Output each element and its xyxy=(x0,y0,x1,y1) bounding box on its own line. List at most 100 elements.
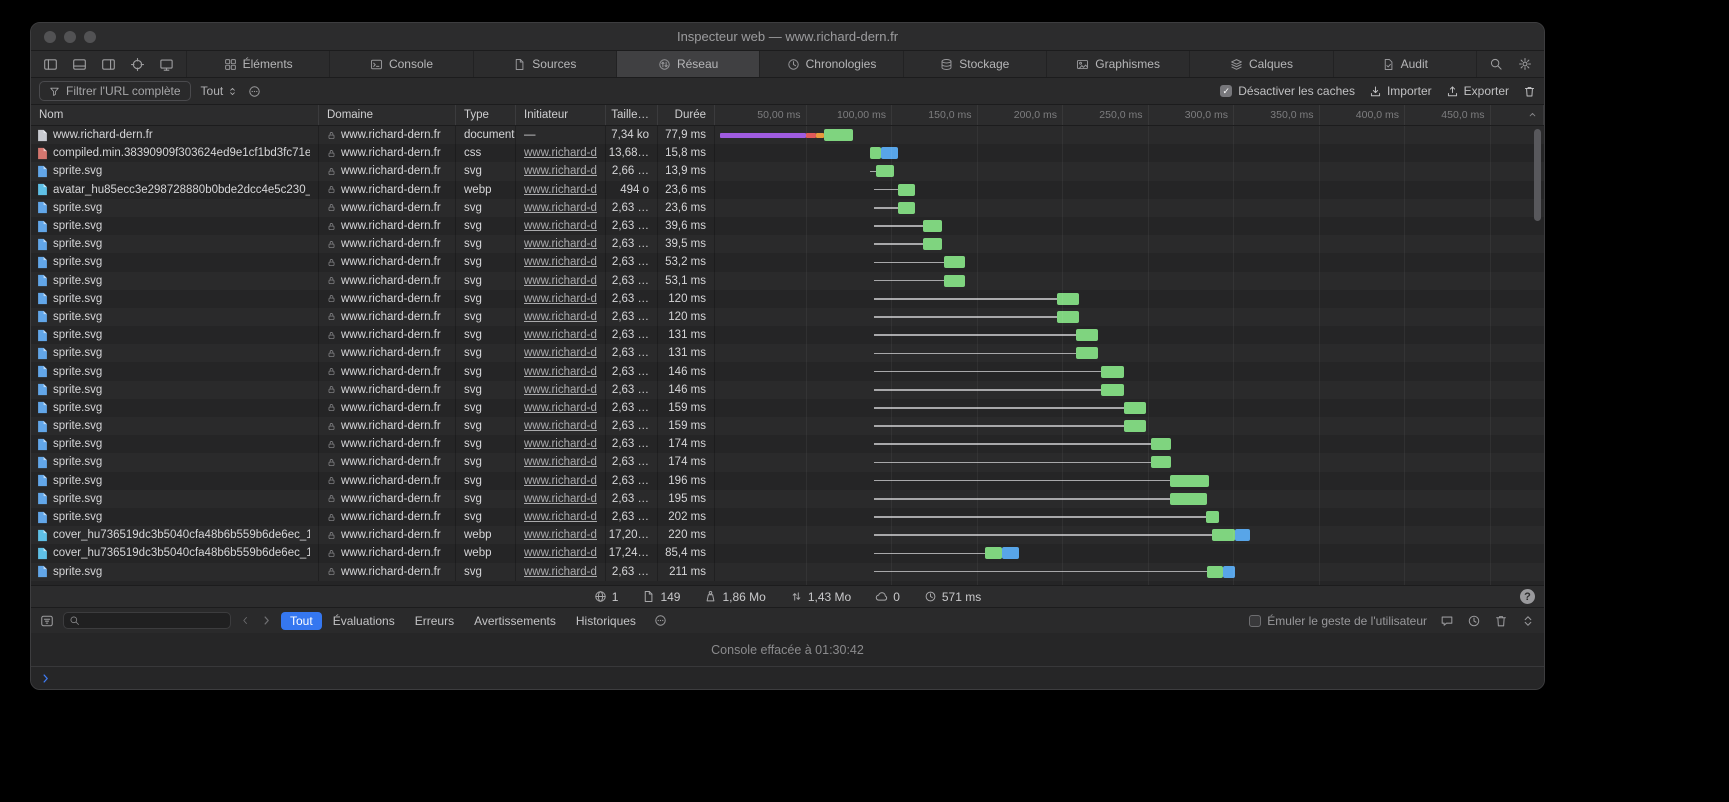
initiator-link[interactable]: www.richard-d… xyxy=(524,366,597,378)
table-row[interactable]: sprite.svgwww.richard-dern.frsvgwww.rich… xyxy=(31,399,1544,417)
table-row[interactable]: sprite.svgwww.richard-dern.frsvgwww.rich… xyxy=(31,272,1544,290)
console-filter-options-icon[interactable] xyxy=(654,614,667,627)
console-tab-tout[interactable]: Tout xyxy=(281,612,322,630)
console-tab-avertissements[interactable]: Avertissements xyxy=(465,612,565,630)
console-search-input[interactable] xyxy=(63,612,231,629)
initiator-link[interactable]: www.richard-d… xyxy=(524,275,597,287)
gear-icon[interactable] xyxy=(1518,57,1532,71)
column-header-type[interactable]: Type xyxy=(456,105,516,125)
table-row[interactable]: sprite.svgwww.richard-dern.frsvgwww.rich… xyxy=(31,563,1544,581)
initiator-link[interactable]: www.richard-d… xyxy=(524,475,597,487)
table-row[interactable]: sprite.svgwww.richard-dern.frsvgwww.rich… xyxy=(31,508,1544,526)
initiator-link[interactable]: www.richard-d… xyxy=(524,238,597,250)
table-row[interactable]: avatar_hu85ecc3e298728880b0bde2dcc4e5c23… xyxy=(31,181,1544,199)
console-scope-icon[interactable] xyxy=(40,614,54,628)
previous-result-icon[interactable] xyxy=(240,615,251,626)
tab-calques[interactable]: Calques xyxy=(1189,51,1332,77)
initiator-link[interactable]: www.richard-d… xyxy=(524,293,597,305)
table-row[interactable]: cover_hu736519dc3b5040cfa48b6b559b6de6ec… xyxy=(31,526,1544,544)
expand-console-icon[interactable] xyxy=(1521,614,1535,628)
column-header-name[interactable]: Nom xyxy=(31,105,319,125)
initiator-link[interactable]: www.richard-d… xyxy=(524,456,597,468)
help-button[interactable]: ? xyxy=(1520,589,1535,604)
panel-right-icon[interactable] xyxy=(101,57,116,72)
table-row[interactable]: sprite.svgwww.richard-dern.frsvgwww.rich… xyxy=(31,162,1544,180)
initiator-link[interactable]: www.richard-d… xyxy=(524,438,597,450)
initiator-link[interactable]: www.richard-d… xyxy=(524,493,597,505)
collapse-waterfall-icon[interactable] xyxy=(1527,109,1538,120)
emulate-gesture-checkbox[interactable] xyxy=(1249,615,1261,627)
initiator-link[interactable]: www.richard-d… xyxy=(524,547,597,559)
clear-network-items-icon[interactable] xyxy=(1523,85,1536,98)
table-row[interactable]: sprite.svgwww.richard-dern.frsvgwww.rich… xyxy=(31,435,1544,453)
initiator-link[interactable]: www.richard-d… xyxy=(524,402,597,414)
table-row[interactable]: sprite.svgwww.richard-dern.frsvgwww.rich… xyxy=(31,253,1544,271)
tab-sources[interactable]: Sources xyxy=(473,51,616,77)
table-row[interactable]: sprite.svgwww.richard-dern.frsvgwww.rich… xyxy=(31,308,1544,326)
column-header-initiator[interactable]: Initiateur xyxy=(516,105,606,125)
initiator-link[interactable]: www.richard-d… xyxy=(524,529,597,541)
initiator-link[interactable]: www.richard-d… xyxy=(524,311,597,323)
column-header-duration[interactable]: Durée xyxy=(658,105,715,125)
tab-elements[interactable]: Éléments xyxy=(186,51,329,77)
initiator-link[interactable]: www.richard-d… xyxy=(524,165,597,177)
table-row[interactable]: sprite.svgwww.richard-dern.frsvgwww.rich… xyxy=(31,381,1544,399)
panel-left-icon[interactable] xyxy=(43,57,58,72)
initiator-link[interactable]: www.richard-d… xyxy=(524,256,597,268)
table-row[interactable]: sprite.svgwww.richard-dern.frsvgwww.rich… xyxy=(31,344,1544,362)
tab-audit[interactable]: Audit xyxy=(1333,51,1476,77)
resource-type-select[interactable]: Tout xyxy=(201,84,239,98)
url-filter-field[interactable]: Filtrer l'URL complète xyxy=(39,81,191,101)
filter-options-icon[interactable] xyxy=(248,85,261,98)
table-row[interactable]: sprite.svgwww.richard-dern.frsvgwww.rich… xyxy=(31,417,1544,435)
table-row[interactable]: sprite.svgwww.richard-dern.frsvgwww.rich… xyxy=(31,199,1544,217)
export-button[interactable]: Exporter xyxy=(1446,84,1509,98)
column-header-domain[interactable]: Domaine xyxy=(319,105,456,125)
initiator-link[interactable]: www.richard-d… xyxy=(524,566,597,578)
initiator-link[interactable]: www.richard-d… xyxy=(524,202,597,214)
initiator-link[interactable]: www.richard-d… xyxy=(524,347,597,359)
target-icon[interactable] xyxy=(130,57,145,72)
table-row[interactable]: sprite.svgwww.richard-dern.frsvgwww.rich… xyxy=(31,235,1544,253)
device-icon[interactable] xyxy=(159,57,174,72)
initiator-link[interactable]: www.richard-d… xyxy=(524,147,597,159)
tab-stockage[interactable]: Stockage xyxy=(903,51,1046,77)
table-row[interactable]: sprite.svgwww.richard-dern.frsvgwww.rich… xyxy=(31,326,1544,344)
disable-caches-checkbox[interactable] xyxy=(1220,85,1232,97)
preserve-log-icon[interactable] xyxy=(1467,614,1481,628)
search-icon[interactable] xyxy=(1489,57,1503,71)
table-row[interactable]: sprite.svgwww.richard-dern.frsvgwww.rich… xyxy=(31,217,1544,235)
import-button[interactable]: Importer xyxy=(1369,84,1432,98)
table-row[interactable]: cover_hu736519dc3b5040cfa48b6b559b6de6ec… xyxy=(31,544,1544,562)
table-row[interactable]: sprite.svgwww.richard-dern.frsvgwww.rich… xyxy=(31,472,1544,490)
minimize-window-button[interactable] xyxy=(64,31,76,43)
table-row[interactable]: sprite.svgwww.richard-dern.frsvgwww.rich… xyxy=(31,453,1544,471)
console-drawer-icon[interactable] xyxy=(1440,614,1454,628)
table-row[interactable]: sprite.svgwww.richard-dern.frsvgwww.rich… xyxy=(31,362,1544,380)
vertical-scrollbar[interactable] xyxy=(1534,129,1541,221)
table-row[interactable]: compiled.min.38390909f303624ed9e1cf1bd3f… xyxy=(31,144,1544,162)
initiator-link[interactable]: www.richard-d… xyxy=(524,329,597,341)
table-row[interactable]: sprite.svgwww.richard-dern.frsvgwww.rich… xyxy=(31,290,1544,308)
initiator-link[interactable]: www.richard-d… xyxy=(524,420,597,432)
console-prompt[interactable] xyxy=(31,666,1544,689)
zoom-window-button[interactable] xyxy=(84,31,96,43)
initiator-link[interactable]: www.richard-d… xyxy=(524,220,597,232)
next-result-icon[interactable] xyxy=(261,615,272,626)
clear-console-icon[interactable] xyxy=(1494,614,1508,628)
initiator-link[interactable]: www.richard-d… xyxy=(524,384,597,396)
column-header-size[interactable]: Taille… xyxy=(606,105,658,125)
close-window-button[interactable] xyxy=(44,31,56,43)
table-row[interactable]: sprite.svgwww.richard-dern.frsvgwww.rich… xyxy=(31,490,1544,508)
tab-reseau[interactable]: Réseau xyxy=(616,51,759,77)
initiator-link[interactable]: www.richard-d… xyxy=(524,511,597,523)
tab-console[interactable]: Console xyxy=(329,51,472,77)
console-tab-erreurs[interactable]: Erreurs xyxy=(406,612,463,630)
console-tab-historiques[interactable]: Historiques xyxy=(567,612,645,630)
table-row[interactable]: www.richard-dern.frwww.richard-dern.frdo… xyxy=(31,126,1544,144)
tab-graphismes[interactable]: Graphismes xyxy=(1046,51,1189,77)
tab-chronologies[interactable]: Chronologies xyxy=(759,51,902,77)
panel-bottom-icon[interactable] xyxy=(72,57,87,72)
console-tab-evaluations[interactable]: Évaluations xyxy=(324,612,404,630)
initiator-link[interactable]: www.richard-d… xyxy=(524,184,597,196)
